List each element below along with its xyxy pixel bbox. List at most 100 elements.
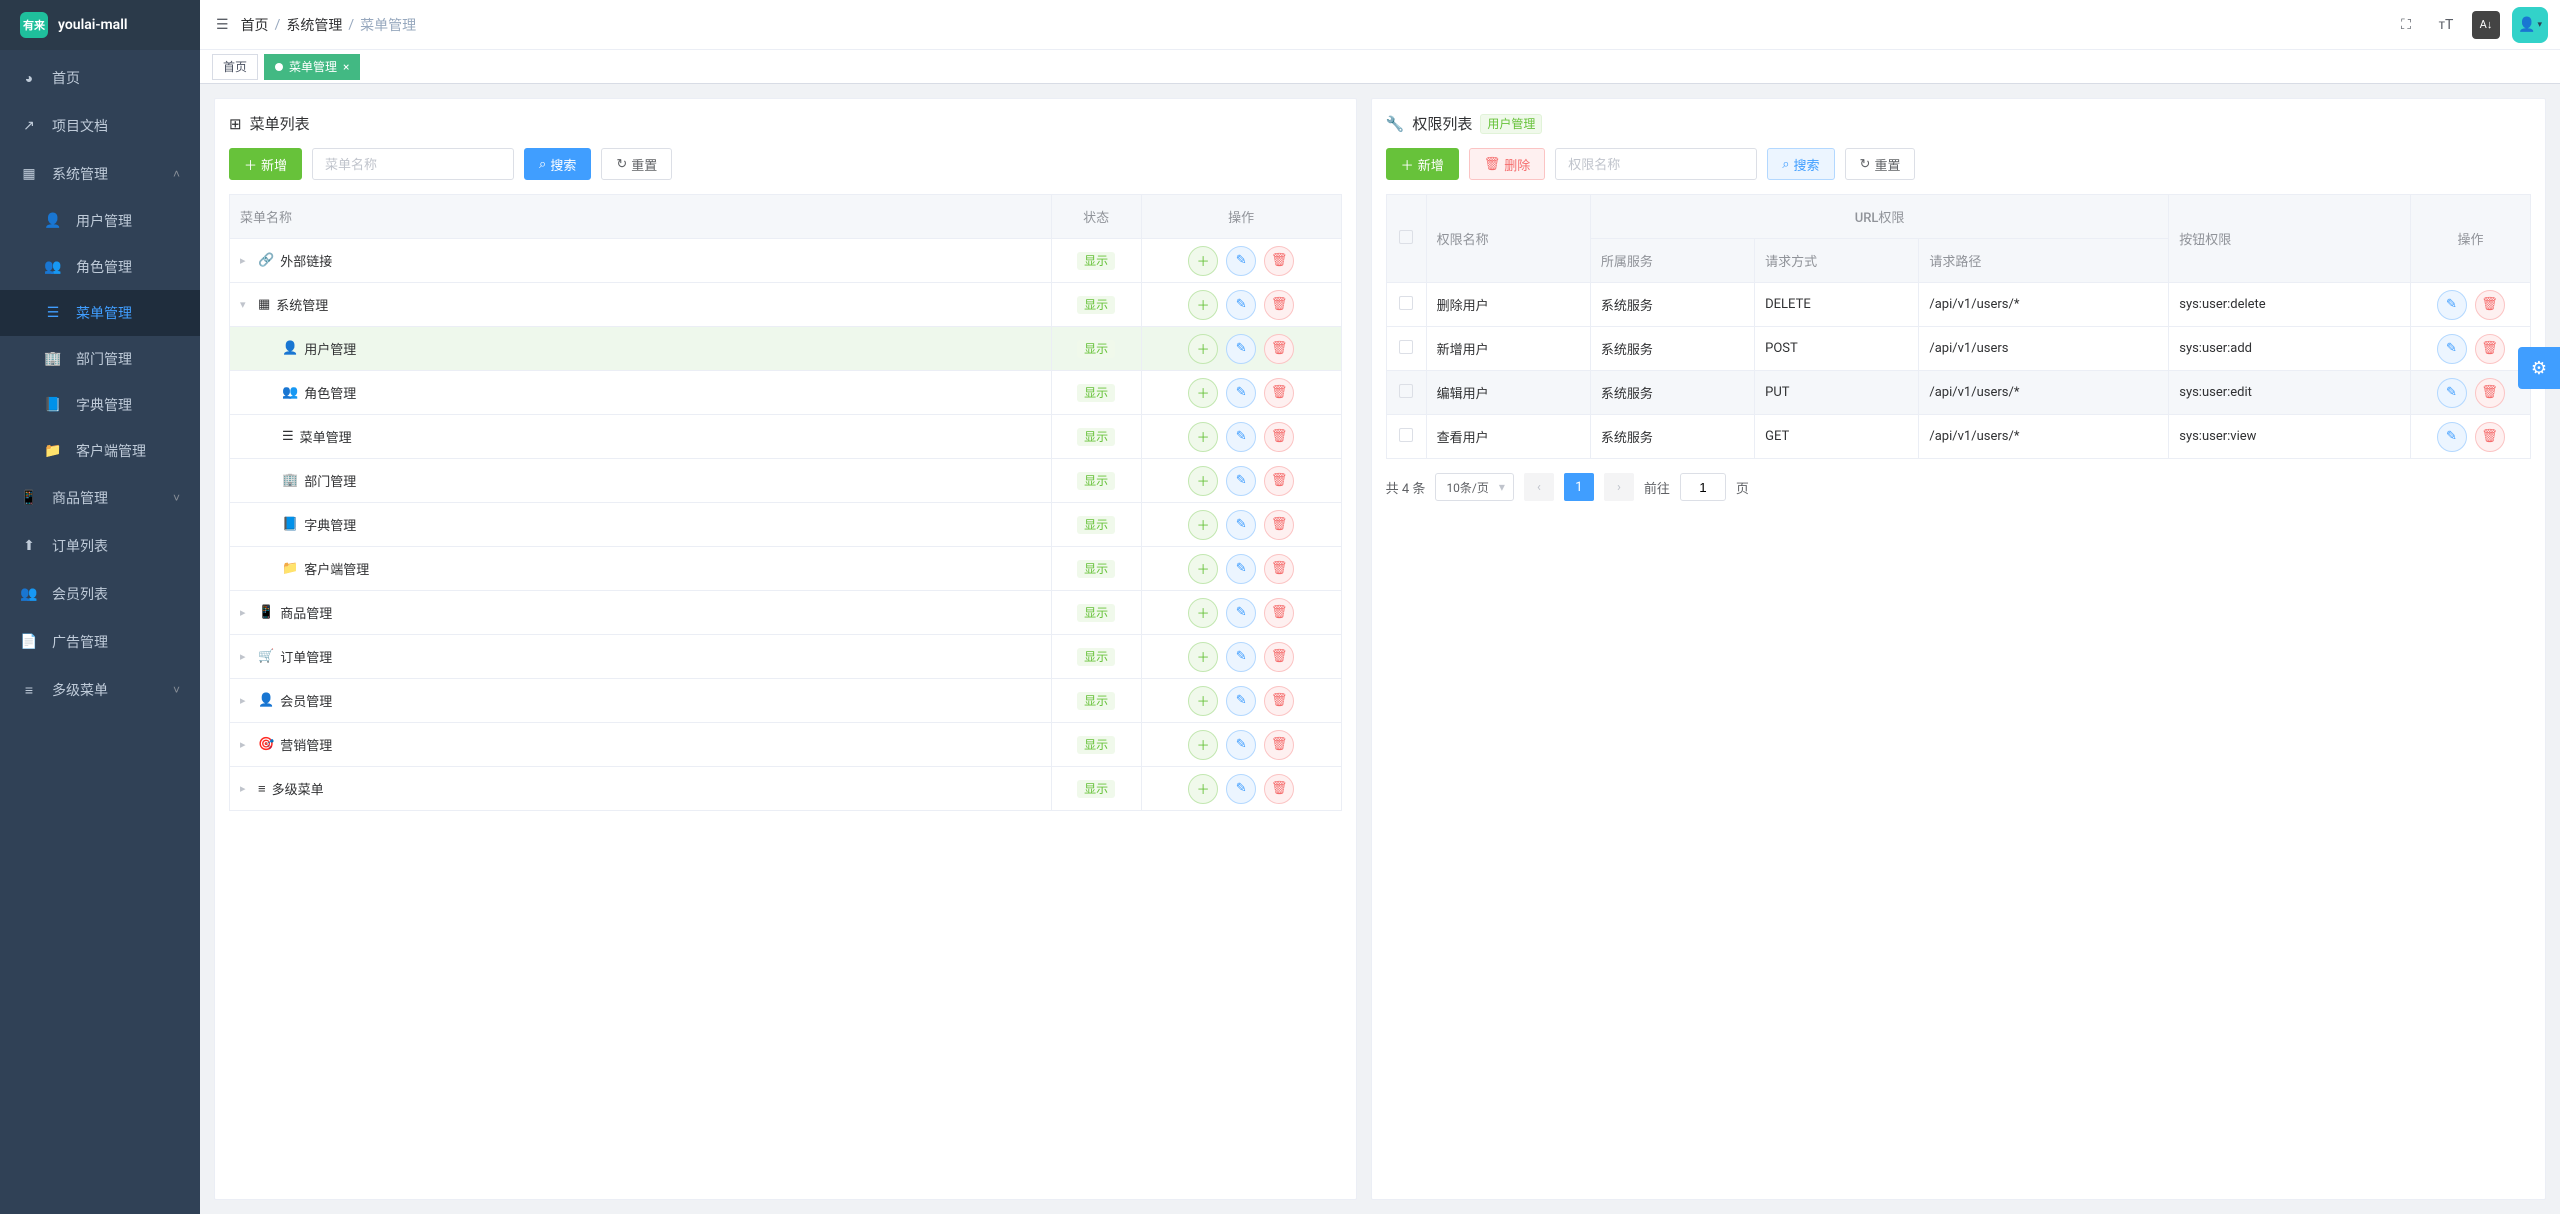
row-add-button[interactable]: ＋ bbox=[1188, 598, 1218, 628]
sidebar-item-部门管理[interactable]: 🏢部门管理 bbox=[0, 336, 200, 382]
expand-icon[interactable]: ▸ bbox=[240, 738, 252, 751]
row-delete-button[interactable]: 🗑 bbox=[1264, 774, 1294, 804]
row-delete-button[interactable]: 🗑 bbox=[1264, 290, 1294, 320]
sidebar-item-用户管理[interactable]: 👤用户管理 bbox=[0, 198, 200, 244]
row-add-button[interactable]: ＋ bbox=[1188, 334, 1218, 364]
sidebar-item-订单列表[interactable]: ⬆订单列表 bbox=[0, 522, 200, 570]
row-edit-button[interactable]: ✎ bbox=[1226, 466, 1256, 496]
row-edit-button[interactable]: ✎ bbox=[2437, 290, 2467, 320]
row-delete-button[interactable]: 🗑 bbox=[1264, 730, 1294, 760]
row-add-button[interactable]: ＋ bbox=[1188, 510, 1218, 540]
select-all-checkbox[interactable] bbox=[1399, 230, 1413, 244]
row-edit-button[interactable]: ✎ bbox=[1226, 774, 1256, 804]
row-edit-button[interactable]: ✎ bbox=[1226, 554, 1256, 584]
sidebar-item-广告管理[interactable]: 📄广告管理 bbox=[0, 618, 200, 666]
fontsize-icon[interactable]: ᴛT bbox=[2432, 11, 2460, 39]
settings-fab[interactable]: ⚙ bbox=[2518, 347, 2560, 389]
sidebar-item-项目文档[interactable]: ↗项目文档 bbox=[0, 102, 200, 150]
row-checkbox[interactable] bbox=[1399, 340, 1413, 354]
row-edit-button[interactable]: ✎ bbox=[1226, 334, 1256, 364]
menu-row[interactable]: ▸🎯营销管理显示＋✎🗑 bbox=[230, 723, 1342, 767]
menu-row[interactable]: 👤用户管理显示＋✎🗑 bbox=[230, 327, 1342, 371]
row-delete-button[interactable]: 🗑 bbox=[1264, 246, 1294, 276]
sidebar-item-商品管理[interactable]: 📱商品管理˅ bbox=[0, 474, 200, 522]
menu-search-button[interactable]: ⌕ 搜索 bbox=[524, 148, 591, 180]
row-checkbox[interactable] bbox=[1399, 296, 1413, 310]
menu-row[interactable]: ▸🛒订单管理显示＋✎🗑 bbox=[230, 635, 1342, 679]
tab-menu-mgmt[interactable]: 菜单管理 × bbox=[264, 54, 360, 80]
expand-icon[interactable]: ▾ bbox=[240, 298, 252, 311]
row-edit-button[interactable]: ✎ bbox=[1226, 422, 1256, 452]
perm-search-input[interactable] bbox=[1555, 148, 1757, 180]
expand-icon[interactable]: ▸ bbox=[240, 694, 252, 707]
menu-row[interactable]: ▾▦系统管理显示＋✎🗑 bbox=[230, 283, 1342, 327]
close-tab-icon[interactable]: × bbox=[343, 60, 349, 74]
perm-row[interactable]: 新增用户系统服务POST/api/v1/userssys:user:add✎🗑 bbox=[1386, 327, 2530, 371]
expand-icon[interactable]: ▸ bbox=[240, 782, 252, 795]
perm-row[interactable]: 查看用户系统服务GET/api/v1/users/*sys:user:view✎… bbox=[1386, 415, 2530, 459]
expand-icon[interactable]: ▸ bbox=[240, 254, 252, 267]
sidebar-item-角色管理[interactable]: 👥角色管理 bbox=[0, 244, 200, 290]
menu-add-button[interactable]: ＋ 新增 bbox=[229, 148, 302, 180]
row-add-button[interactable]: ＋ bbox=[1188, 686, 1218, 716]
row-edit-button[interactable]: ✎ bbox=[2437, 378, 2467, 408]
row-checkbox[interactable] bbox=[1399, 428, 1413, 442]
row-edit-button[interactable]: ✎ bbox=[1226, 686, 1256, 716]
menu-row[interactable]: 📘字典管理显示＋✎🗑 bbox=[230, 503, 1342, 547]
row-edit-button[interactable]: ✎ bbox=[1226, 246, 1256, 276]
page-size-select[interactable]: 10条/页 bbox=[1435, 473, 1513, 501]
row-add-button[interactable]: ＋ bbox=[1188, 554, 1218, 584]
menu-row[interactable]: ▸👤会员管理显示＋✎🗑 bbox=[230, 679, 1342, 723]
menu-row[interactable]: 🏢部门管理显示＋✎🗑 bbox=[230, 459, 1342, 503]
row-add-button[interactable]: ＋ bbox=[1188, 290, 1218, 320]
breadcrumb-group[interactable]: 系统管理 bbox=[286, 15, 342, 35]
row-delete-button[interactable]: 🗑 bbox=[2475, 378, 2505, 408]
row-delete-button[interactable]: 🗑 bbox=[1264, 466, 1294, 496]
row-add-button[interactable]: ＋ bbox=[1188, 730, 1218, 760]
goto-page-input[interactable] bbox=[1680, 473, 1726, 501]
next-page-button[interactable]: › bbox=[1604, 473, 1634, 501]
row-delete-button[interactable]: 🗑 bbox=[1264, 334, 1294, 364]
sidebar-item-客户端管理[interactable]: 📁客户端管理 bbox=[0, 428, 200, 474]
perm-search-button[interactable]: ⌕ 搜索 bbox=[1767, 148, 1834, 180]
row-edit-button[interactable]: ✎ bbox=[1226, 730, 1256, 760]
prev-page-button[interactable]: ‹ bbox=[1524, 473, 1554, 501]
row-add-button[interactable]: ＋ bbox=[1188, 422, 1218, 452]
sidebar-item-首页[interactable]: ◕首页 bbox=[0, 54, 200, 102]
hamburger-icon[interactable]: ☰ bbox=[212, 17, 241, 33]
menu-reset-button[interactable]: ↻ 重置 bbox=[601, 148, 672, 180]
app-logo[interactable]: 有来 youlai-mall bbox=[0, 0, 200, 50]
sidebar-item-系统管理[interactable]: ▦系统管理˄ bbox=[0, 150, 200, 198]
sidebar-item-多级菜单[interactable]: ≡多级菜单˅ bbox=[0, 666, 200, 714]
menu-row[interactable]: 👥角色管理显示＋✎🗑 bbox=[230, 371, 1342, 415]
perm-add-button[interactable]: ＋ 新增 bbox=[1386, 148, 1459, 180]
sidebar-item-会员列表[interactable]: 👥会员列表 bbox=[0, 570, 200, 618]
language-icon[interactable]: A↓ bbox=[2472, 11, 2500, 39]
perm-row[interactable]: 编辑用户系统服务PUT/api/v1/users/*sys:user:edit✎… bbox=[1386, 371, 2530, 415]
row-delete-button[interactable]: 🗑 bbox=[1264, 422, 1294, 452]
row-delete-button[interactable]: 🗑 bbox=[1264, 510, 1294, 540]
perm-delete-button[interactable]: 🗑 删除 bbox=[1469, 148, 1546, 180]
menu-row[interactable]: ☰菜单管理显示＋✎🗑 bbox=[230, 415, 1342, 459]
row-delete-button[interactable]: 🗑 bbox=[2475, 290, 2505, 320]
menu-row[interactable]: ▸≡多级菜单显示＋✎🗑 bbox=[230, 767, 1342, 811]
row-edit-button[interactable]: ✎ bbox=[1226, 290, 1256, 320]
row-add-button[interactable]: ＋ bbox=[1188, 378, 1218, 408]
avatar[interactable]: 👤▾ bbox=[2512, 7, 2548, 43]
sidebar-item-字典管理[interactable]: 📘字典管理 bbox=[0, 382, 200, 428]
menu-row[interactable]: ▸🔗外部链接显示＋✎🗑 bbox=[230, 239, 1342, 283]
sidebar-item-菜单管理[interactable]: ☰菜单管理 bbox=[0, 290, 200, 336]
row-edit-button[interactable]: ✎ bbox=[1226, 510, 1256, 540]
row-add-button[interactable]: ＋ bbox=[1188, 466, 1218, 496]
row-delete-button[interactable]: 🗑 bbox=[1264, 378, 1294, 408]
menu-row[interactable]: 📁客户端管理显示＋✎🗑 bbox=[230, 547, 1342, 591]
row-delete-button[interactable]: 🗑 bbox=[1264, 598, 1294, 628]
row-checkbox[interactable] bbox=[1399, 384, 1413, 398]
perm-row[interactable]: 删除用户系统服务DELETE/api/v1/users/*sys:user:de… bbox=[1386, 283, 2530, 327]
row-edit-button[interactable]: ✎ bbox=[1226, 598, 1256, 628]
page-1-button[interactable]: 1 bbox=[1564, 473, 1594, 501]
row-delete-button[interactable]: 🗑 bbox=[1264, 686, 1294, 716]
row-delete-button[interactable]: 🗑 bbox=[2475, 334, 2505, 364]
expand-icon[interactable]: ▸ bbox=[240, 650, 252, 663]
row-edit-button[interactable]: ✎ bbox=[1226, 642, 1256, 672]
